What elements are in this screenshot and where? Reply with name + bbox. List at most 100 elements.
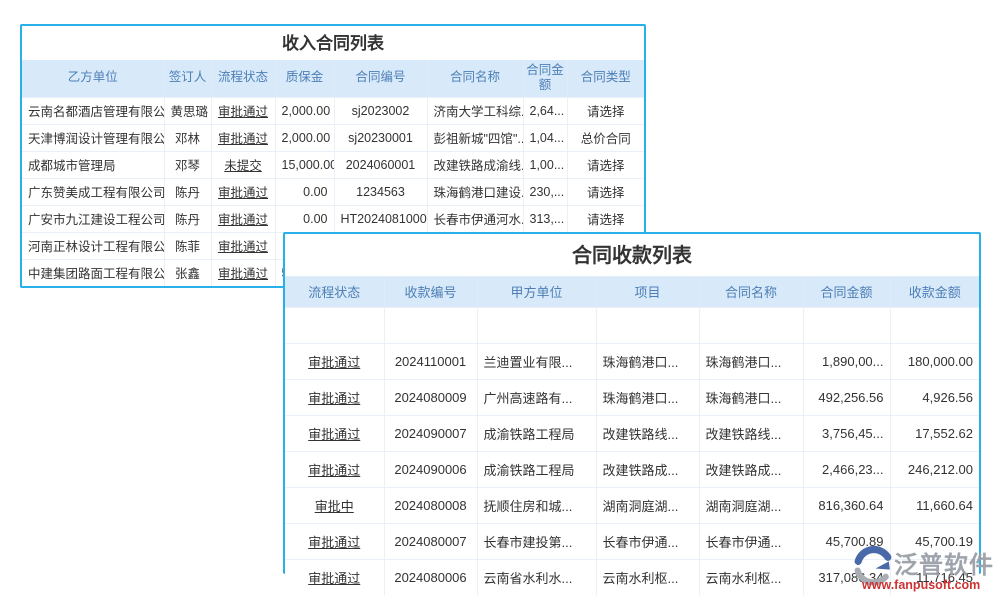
cell-signer[interactable]: 邓林: [164, 124, 211, 151]
contract-receipt-window: 合同收款列表 流程状态收款编号甲方单位项目合同名称合同金额收款金额审批通过202…: [283, 232, 981, 574]
cell-project[interactable]: 改建铁路成...: [596, 451, 699, 487]
spacer-cell: [803, 307, 890, 343]
col-header-contract-name: 合同名称: [427, 60, 523, 97]
cell-project[interactable]: 云南水利枢...: [596, 559, 699, 595]
cell-party-b[interactable]: 成都城市管理局: [22, 151, 164, 178]
cell-project[interactable]: 长春市伊通...: [596, 523, 699, 559]
col-header-receipt-amount: 收款金额: [890, 277, 979, 307]
cell-warranty: 0.00: [275, 205, 334, 232]
cell-contract-no[interactable]: sj2023002: [334, 97, 427, 124]
cell-receipt-amount: 17,552.62: [890, 415, 979, 451]
cell-status[interactable]: 审批通过: [285, 559, 384, 595]
cell-party-b[interactable]: 河南正林设计工程有限公司: [22, 232, 164, 259]
col-header-status: 流程状态: [285, 277, 384, 307]
col-header-contract-amount: 合同金额: [523, 60, 567, 97]
cell-party-b[interactable]: 广东赞美成工程有限公司: [22, 178, 164, 205]
col-header-contract-no: 合同编号: [334, 60, 427, 97]
cell-signer[interactable]: 张鑫: [164, 259, 211, 286]
cell-receipt-amount: 4,926.56: [890, 379, 979, 415]
cell-contract-name[interactable]: 长春市伊通河水...: [427, 205, 523, 232]
cell-contract-no[interactable]: HT2024081000...: [334, 205, 427, 232]
cell-status[interactable]: 审批通过: [211, 232, 275, 259]
cell-status[interactable]: 审批通过: [285, 523, 384, 559]
spacer-cell: [699, 307, 803, 343]
col-header-party-b: 乙方单位: [22, 60, 164, 97]
cell-contract-amount: 816,360.64: [803, 487, 890, 523]
cell-contract-name[interactable]: 珠海鹤港口...: [699, 379, 803, 415]
table-row: 广东赞美成工程有限公司陈丹审批通过0.001234563珠海鹤港口建设...23…: [22, 178, 644, 205]
cell-contract-no[interactable]: 2024060001: [334, 151, 427, 178]
page: { "income_contract_window": { "title": "…: [0, 0, 1000, 600]
table-row: 审批通过2024090007成渝铁路工程局改建铁路线...改建铁路线...3,7…: [285, 415, 979, 451]
cell-receipt-amount: 246,212.00: [890, 451, 979, 487]
cell-receipt-no[interactable]: 2024090006: [384, 451, 477, 487]
cell-status[interactable]: 审批通过: [285, 343, 384, 379]
table-row: 审批通过2024080009广州高速路有...珠海鹤港口...珠海鹤港口...4…: [285, 379, 979, 415]
cell-contract-no[interactable]: sj20230001: [334, 124, 427, 151]
cell-contract-amount: 1,04...: [523, 124, 567, 151]
cell-project[interactable]: 珠海鹤港口...: [596, 343, 699, 379]
cell-status[interactable]: 审批通过: [211, 178, 275, 205]
cell-contract-name[interactable]: 珠海鹤港口...: [699, 343, 803, 379]
cell-contract-amount: 2,466,23...: [803, 451, 890, 487]
cell-contract-no[interactable]: 1234563: [334, 178, 427, 205]
cell-signer[interactable]: 黄思璐: [164, 97, 211, 124]
cell-contract-name[interactable]: 彭祖新城"四馆"...: [427, 124, 523, 151]
cell-signer[interactable]: 陈丹: [164, 178, 211, 205]
cell-contract-name[interactable]: 珠海鹤港口建设...: [427, 178, 523, 205]
col-header-party-a: 甲方单位: [477, 277, 596, 307]
col-header-contract-type: 合同类型: [567, 60, 644, 97]
fanpu-logo: 泛普软件 www.fanpusoft.com: [851, 543, 1000, 598]
cell-warranty: 15,000.00: [275, 151, 334, 178]
spacer-cell: [285, 307, 384, 343]
cell-contract-name[interactable]: 改建铁路线...: [699, 415, 803, 451]
cell-receipt-no[interactable]: 2024110001: [384, 343, 477, 379]
cell-receipt-no[interactable]: 2024080008: [384, 487, 477, 523]
cell-receipt-no[interactable]: 2024080006: [384, 559, 477, 595]
cell-contract-name[interactable]: 改建铁路成...: [699, 451, 803, 487]
cell-signer[interactable]: 陈菲: [164, 232, 211, 259]
cell-contract-amount: 1,00...: [523, 151, 567, 178]
cell-project[interactable]: 珠海鹤港口...: [596, 379, 699, 415]
cell-signer[interactable]: 邓琴: [164, 151, 211, 178]
header-row: 流程状态收款编号甲方单位项目合同名称合同金额收款金额: [285, 277, 979, 307]
cell-party-a: 成渝铁路工程局: [477, 415, 596, 451]
cell-receipt-amount: 11,660.64: [890, 487, 979, 523]
cell-project[interactable]: 改建铁路线...: [596, 415, 699, 451]
cell-party-a: 云南省水利水...: [477, 559, 596, 595]
cell-party-b[interactable]: 中建集团路面工程有限公司: [22, 259, 164, 286]
cell-contract-type[interactable]: 请选择: [567, 151, 644, 178]
cell-contract-amount: 313,...: [523, 205, 567, 232]
col-header-contract-name: 合同名称: [699, 277, 803, 307]
cell-status[interactable]: 审批通过: [211, 124, 275, 151]
cell-status[interactable]: 审批中: [285, 487, 384, 523]
cell-project[interactable]: 湖南洞庭湖...: [596, 487, 699, 523]
cell-status[interactable]: 审批通过: [285, 415, 384, 451]
cell-status[interactable]: 审批通过: [285, 379, 384, 415]
cell-contract-type[interactable]: 请选择: [567, 178, 644, 205]
cell-signer[interactable]: 陈丹: [164, 205, 211, 232]
cell-receipt-no[interactable]: 2024090007: [384, 415, 477, 451]
cell-contract-name[interactable]: 长春市伊通...: [699, 523, 803, 559]
cell-status[interactable]: 审批通过: [285, 451, 384, 487]
cell-status[interactable]: 未提交: [211, 151, 275, 178]
cell-contract-name[interactable]: 湖南洞庭湖...: [699, 487, 803, 523]
cell-contract-name[interactable]: 济南大学工科综...: [427, 97, 523, 124]
cell-contract-type[interactable]: 请选择: [567, 205, 644, 232]
cell-party-b[interactable]: 天津博润设计管理有限公司: [22, 124, 164, 151]
table-row: 审批通过2024110001兰迪置业有限...珠海鹤港口...珠海鹤港口...1…: [285, 343, 979, 379]
col-header-signer: 签订人: [164, 60, 211, 97]
cell-receipt-no[interactable]: 2024080007: [384, 523, 477, 559]
cell-contract-type[interactable]: 请选择: [567, 97, 644, 124]
cell-party-a: 兰迪置业有限...: [477, 343, 596, 379]
cell-contract-name[interactable]: 改建铁路成渝线...: [427, 151, 523, 178]
cell-party-b[interactable]: 云南名都酒店管理有限公司: [22, 97, 164, 124]
cell-status[interactable]: 审批通过: [211, 259, 275, 286]
cell-receipt-no[interactable]: 2024080009: [384, 379, 477, 415]
col-header-project: 项目: [596, 277, 699, 307]
cell-status[interactable]: 审批通过: [211, 97, 275, 124]
cell-party-b[interactable]: 广安市九江建设工程公司: [22, 205, 164, 232]
cell-contract-name[interactable]: 云南水利枢...: [699, 559, 803, 595]
cell-status[interactable]: 审批通过: [211, 205, 275, 232]
spacer-cell: [596, 307, 699, 343]
